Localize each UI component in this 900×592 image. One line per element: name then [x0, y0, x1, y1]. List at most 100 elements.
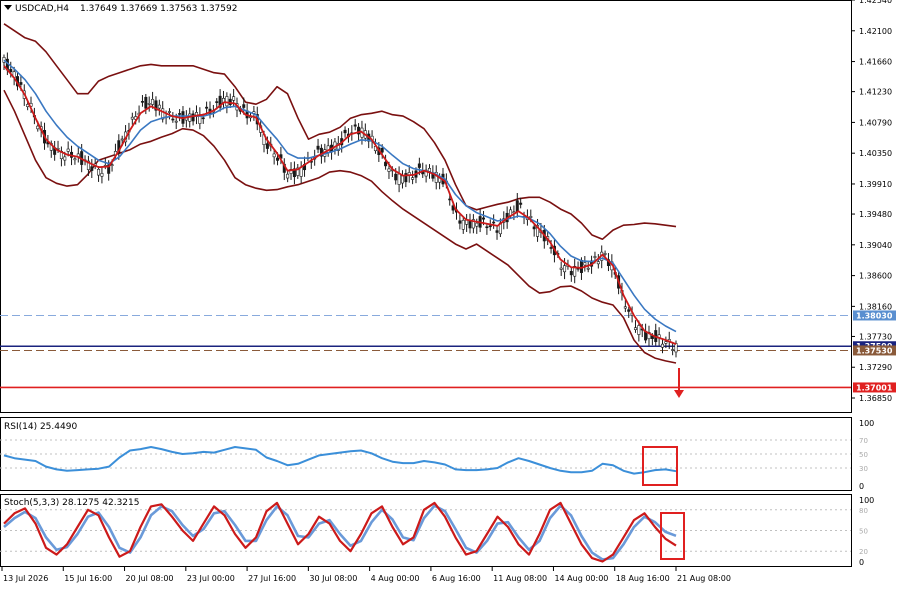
- candle-body: [97, 168, 101, 176]
- candle-body: [272, 153, 276, 158]
- candle-body: [671, 349, 675, 351]
- candle-body: [603, 253, 607, 255]
- time-tick-label: 30 Jul 08:00: [309, 574, 357, 583]
- candle-body: [660, 343, 664, 348]
- candle-body: [485, 226, 489, 229]
- stoch-tick-label: 0: [859, 558, 864, 567]
- rsi-level-label: 50: [859, 451, 868, 459]
- candle-body: [465, 219, 469, 225]
- candle-body: [387, 168, 391, 172]
- chart-window[interactable]: 1.42540 1.42100 1.41660 1.41230 1.40790 1.403…: [0, 0, 900, 588]
- candle-body: [563, 265, 567, 273]
- candle-body: [205, 106, 209, 109]
- candle-body: [482, 217, 486, 220]
- candle-body: [515, 200, 519, 212]
- candle-body: [394, 173, 398, 181]
- candle-body: [400, 175, 404, 184]
- candle-body: [559, 267, 563, 270]
- candle-body: [623, 306, 627, 309]
- candle-body: [468, 221, 472, 229]
- candle-body: [66, 148, 70, 152]
- candle-body: [201, 117, 205, 120]
- candle-body: [171, 118, 175, 121]
- price-tick-label: 1.37290: [859, 363, 892, 372]
- candle-body: [411, 177, 415, 180]
- candle-body: [63, 156, 67, 161]
- candle-body: [90, 166, 94, 171]
- candle-body: [36, 125, 40, 130]
- price-tick-label: 1.39910: [859, 180, 892, 189]
- price-tick-label: 1.36850: [859, 394, 892, 403]
- time-tick-label: 6 Aug 16:00: [432, 574, 481, 583]
- candle-body: [242, 104, 246, 108]
- rsi-tick-label: 100: [859, 419, 874, 428]
- candle-body: [461, 219, 465, 230]
- candle-body: [286, 173, 290, 179]
- candle-body: [167, 111, 171, 113]
- candle-body: [488, 225, 492, 228]
- candle-body: [637, 325, 641, 335]
- candle-body: [664, 341, 668, 344]
- candle-body: [593, 256, 597, 258]
- candle-body: [475, 222, 479, 227]
- price-tick-label: 1.42540: [859, 0, 892, 5]
- candle-body: [353, 124, 357, 127]
- price-tick-label: 1.42100: [859, 27, 892, 36]
- candle-body: [157, 104, 161, 109]
- candle-body: [151, 99, 155, 105]
- candle-body: [532, 226, 536, 230]
- candle-body: [458, 220, 462, 224]
- symbol-header: USDCAD,H4 1.37649 1.37669 1.37563 1.3759…: [4, 4, 237, 14]
- candle-body: [596, 261, 600, 265]
- time-tick-label: 21 Aug 08:00: [677, 574, 731, 583]
- rsi-tick-label: 0: [859, 482, 864, 491]
- stoch-level-label: 50: [859, 528, 868, 536]
- price-tick-label: 1.41230: [859, 88, 892, 97]
- candle-body: [73, 158, 77, 161]
- candle-body: [579, 259, 583, 273]
- time-tick-label: 13 Jul 2026: [3, 574, 48, 583]
- price-tag-label: 1.38030: [856, 311, 893, 320]
- candle-body: [144, 96, 148, 109]
- candle-body: [427, 168, 431, 172]
- rsi-label: RSI(14) 25.4490: [4, 422, 77, 432]
- candle-body: [417, 163, 421, 168]
- candle-body: [569, 270, 573, 276]
- candle-body: [265, 143, 269, 149]
- rsi-level-label: 70: [859, 437, 868, 445]
- candle-body: [100, 173, 104, 177]
- price-tick-label: 1.39040: [859, 241, 892, 250]
- candle-body: [343, 129, 347, 134]
- price-tick-label: 1.40350: [859, 149, 892, 158]
- candle-body: [633, 327, 637, 330]
- candle-body: [130, 116, 134, 120]
- candle-body: [316, 145, 320, 150]
- stoch-level-label: 20: [859, 548, 868, 556]
- candle-body: [178, 113, 182, 115]
- price-tick-label: 1.40790: [859, 118, 892, 127]
- candle-body: [120, 138, 124, 141]
- time-tick-label: 23 Jul 00:00: [187, 574, 235, 583]
- candle-body: [583, 262, 587, 266]
- candle-body: [9, 69, 13, 73]
- price-tag-label: 1.37530: [856, 346, 893, 355]
- candle-body: [110, 164, 114, 166]
- price-tick-label: 1.38600: [859, 272, 892, 281]
- time-tick-label: 11 Aug 08:00: [493, 574, 547, 583]
- candle-body: [19, 82, 23, 85]
- candle-body: [495, 230, 499, 233]
- candle-body: [232, 96, 236, 101]
- time-tick-label: 14 Aug 00:00: [554, 574, 608, 583]
- price-tag-label: 1.37001: [856, 383, 893, 392]
- candle-body: [276, 157, 280, 161]
- time-tick-label: 15 Jul 16:00: [64, 574, 112, 583]
- candle-body: [586, 267, 590, 270]
- stoch-label: Stoch(5,3,3) 28.1275 42.3215: [4, 498, 139, 508]
- price-tick-label: 1.37730: [859, 332, 892, 341]
- candle-body: [174, 120, 178, 123]
- time-tick-label: 27 Jul 16:00: [248, 574, 296, 583]
- price-tick-label: 1.38160: [859, 302, 892, 311]
- trading-chart-svg[interactable]: 1.42540 1.42100 1.41660 1.41230 1.40790 1.403…: [0, 0, 900, 588]
- ohlc-readout: 1.37649 1.37669 1.37563 1.37592: [80, 4, 237, 14]
- candle-body: [215, 101, 219, 103]
